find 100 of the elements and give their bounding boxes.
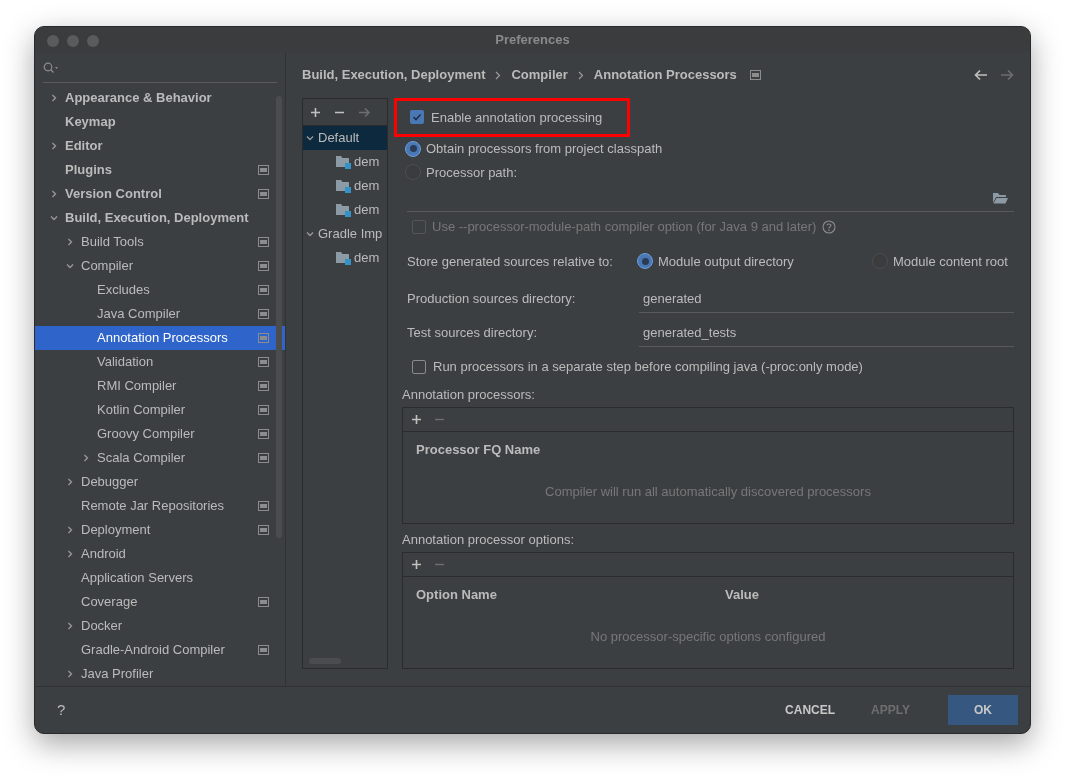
sidebar-item[interactable]: Coverage [35, 590, 285, 614]
chevron-right-icon[interactable] [49, 189, 59, 199]
radio-label[interactable]: Processor path: [426, 162, 518, 183]
module-item[interactable]: dem [303, 246, 387, 270]
project-scope-icon [258, 453, 269, 463]
column-header: Value [725, 586, 759, 605]
back-arrow-icon[interactable] [974, 69, 988, 81]
chevron-right-icon[interactable] [65, 477, 75, 487]
project-scope-icon [258, 405, 269, 415]
sidebar-item[interactable]: Appearance & Behavior [35, 86, 285, 110]
chevron-down-icon[interactable] [65, 261, 75, 271]
empty-table-message: Compiler will run all automatically discovered processors [545, 483, 871, 501]
breadcrumb-item[interactable]: Build, Execution, Deployment [302, 65, 486, 85]
sidebar-item[interactable]: RMI Compiler [35, 374, 285, 398]
project-scope-icon [258, 285, 269, 295]
checkbox-label[interactable]: Run processors in a separate step before compiling java (-proc:only mode) [433, 356, 863, 377]
add-icon[interactable] [310, 106, 321, 118]
checkbox[interactable] [410, 110, 424, 125]
radio-label[interactable]: Module content root [893, 251, 1008, 272]
window-control[interactable] [67, 35, 79, 47]
checkbox-label[interactable]: Enable annotation processing [431, 107, 603, 128]
window-control[interactable] [47, 35, 59, 47]
sidebar-item[interactable]: Keymap [35, 110, 285, 134]
module-folder-icon [336, 251, 351, 265]
sidebar-item[interactable]: Compiler [35, 254, 285, 278]
window-title: Preferences [495, 31, 570, 50]
radio-label[interactable]: Module output directory [658, 251, 794, 272]
project-scope-icon [258, 189, 269, 199]
project-scope-icon [258, 381, 269, 391]
project-scope-icon [258, 237, 269, 247]
folder-icon[interactable] [993, 191, 1008, 204]
sidebar-item[interactable]: Groovy Compiler [35, 422, 285, 446]
sidebar-item[interactable]: Excludes [35, 278, 285, 302]
sidebar-item[interactable]: Plugins [35, 158, 285, 182]
module-item[interactable]: dem [303, 150, 387, 174]
project-scope-icon [258, 525, 269, 535]
chevron-down-icon[interactable] [305, 133, 315, 143]
sidebar-item[interactable]: Version Control [35, 182, 285, 206]
breadcrumb-item[interactable]: Compiler [511, 65, 568, 85]
checkbox[interactable] [412, 359, 426, 374]
chevron-down-icon[interactable] [49, 213, 59, 223]
breadcrumb-separator-icon [577, 70, 584, 80]
empty-table-message: No processor-specific options configured [590, 628, 826, 646]
chevron-right-icon[interactable] [65, 621, 75, 631]
project-scope-icon [258, 645, 269, 655]
profile-item[interactable]: Default [303, 126, 387, 150]
chevron-right-icon[interactable] [65, 525, 75, 535]
sidebar-item[interactable]: Docker [35, 614, 285, 638]
field-label: Store generated sources relative to: [407, 252, 614, 271]
section-label: Annotation processors: [402, 386, 536, 405]
sidebar-item[interactable]: Scala Compiler [35, 446, 285, 470]
sidebar-item[interactable]: Validation [35, 350, 285, 374]
sidebar-item[interactable]: Application Servers [35, 566, 285, 590]
sidebar-item[interactable]: Java Profiler [35, 662, 285, 686]
profile-item[interactable]: Gradle Imp [303, 222, 387, 246]
dialog-button[interactable]: CANCEL [775, 695, 846, 725]
sidebar-item[interactable]: Build, Execution, Deployment [35, 206, 285, 230]
help-icon[interactable] [822, 219, 837, 234]
sidebar-item[interactable]: Java Compiler [35, 302, 285, 326]
sidebar-item[interactable]: Gradle-Android Compiler [35, 638, 285, 662]
project-scope-icon [749, 70, 761, 80]
column-header: Option Name [416, 586, 498, 605]
module-item[interactable]: dem [303, 198, 387, 222]
sidebar-item[interactable]: Annotation Processors [35, 326, 285, 350]
sidebar-item[interactable]: Remote Jar Repositories [35, 494, 285, 518]
field-label: Production sources directory: [407, 290, 577, 309]
chevron-right-icon[interactable] [49, 93, 59, 103]
module-folder-icon [336, 155, 351, 169]
sidebar-item[interactable]: Android [35, 542, 285, 566]
help-button[interactable]: ? [57, 698, 66, 722]
breadcrumb-item[interactable]: Annotation Processors [593, 65, 737, 85]
directory-field[interactable]: generated_tests [639, 319, 1014, 348]
window-control[interactable] [87, 35, 99, 47]
project-scope-icon [258, 333, 269, 343]
project-scope-icon [258, 165, 269, 175]
module-folder-icon [336, 179, 351, 193]
scrollbar[interactable] [276, 96, 282, 538]
chevron-right-icon[interactable] [65, 549, 75, 559]
sidebar-item[interactable]: Editor [35, 134, 285, 158]
chevron-down-icon[interactable] [305, 229, 315, 239]
radio-button[interactable] [405, 140, 421, 157]
sidebar-item[interactable]: Deployment [35, 518, 285, 542]
chevron-right-icon[interactable] [65, 669, 75, 679]
move-arrow-icon[interactable] [358, 106, 371, 118]
chevron-right-icon[interactable] [65, 237, 75, 247]
chevron-right-icon[interactable] [49, 141, 59, 151]
dialog-button[interactable]: OK [948, 695, 1018, 725]
add-icon[interactable] [411, 414, 422, 425]
add-icon[interactable] [411, 559, 422, 570]
search-icon [43, 61, 59, 74]
sidebar-item[interactable]: Debugger [35, 470, 285, 494]
radio-button[interactable] [637, 253, 653, 270]
sidebar-item[interactable]: Build Tools [35, 230, 285, 254]
column-header: Processor FQ Name [416, 441, 541, 460]
radio-label[interactable]: Obtain processors from project classpath [426, 139, 663, 159]
sidebar-item[interactable]: Kotlin Compiler [35, 398, 285, 422]
directory-field[interactable]: generated [639, 285, 1014, 314]
project-scope-icon [258, 357, 269, 367]
chevron-right-icon[interactable] [81, 453, 91, 463]
module-item[interactable]: dem [303, 174, 387, 198]
